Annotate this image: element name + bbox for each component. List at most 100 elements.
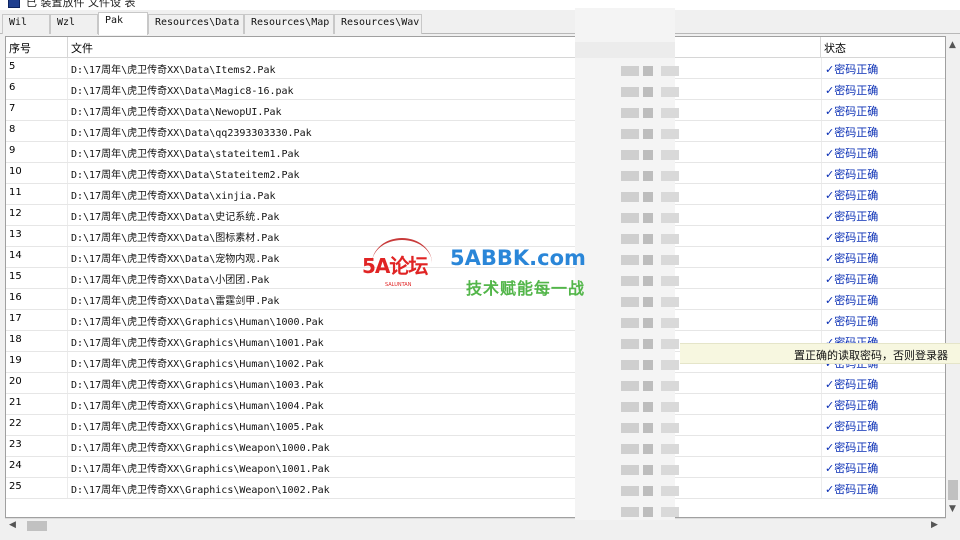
row-index: 18 [6, 331, 68, 351]
row-file-path: D:\17周年\虎卫传奇XX\Data\雷霆剑甲.Pak [71, 296, 280, 307]
redacted-block [661, 192, 679, 202]
table-row[interactable]: 25 D:\17周年\虎卫传奇XX\Graphics\Weapon\1002.Pa… [6, 478, 945, 499]
redacted-block [621, 465, 639, 475]
row-index: 14 [6, 247, 68, 267]
redacted-block [621, 486, 639, 496]
redacted-block [661, 402, 679, 412]
tab-wzl[interactable]: Wzl [50, 14, 98, 34]
table-row[interactable]: 13 D:\17周年\虎卫传奇XX\Data\图标素材.Pak ✓密码正确 [6, 226, 945, 247]
redacted-block [643, 192, 653, 202]
redacted-block [621, 108, 639, 118]
table-row[interactable]: 7 D:\17周年\虎卫传奇XX\Data\NewopUI.Pak ✓密码正确 [6, 100, 945, 121]
tab-resources-data[interactable]: Resources\Data [148, 14, 244, 34]
table-row[interactable]: 21 D:\17周年\虎卫传奇XX\Graphics\Human\1004.Pak… [6, 394, 945, 415]
row-status: ✓密码正确 [821, 310, 945, 330]
redacted-block [661, 87, 679, 97]
vertical-scrollbar[interactable]: ▲ ▼ [946, 36, 960, 518]
table-row[interactable]: 14 D:\17周年\虎卫传奇XX\Data\宠物内观.Pak ✓密码正确 [6, 247, 945, 268]
table-row[interactable]: 20 D:\17周年\虎卫传奇XX\Graphics\Human\1003.Pak… [6, 373, 945, 394]
table-row[interactable]: 23 D:\17周年\虎卫传奇XX\Graphics\Weapon\1000.Pa… [6, 436, 945, 457]
redacted-block [661, 318, 679, 328]
row-file-path: D:\17周年\虎卫传奇XX\Data\qq2393303330.Pak [71, 128, 312, 139]
redacted-block [621, 507, 639, 517]
row-index: 11 [6, 184, 68, 204]
row-status: ✓密码正确 [821, 184, 945, 204]
redacted-block [621, 255, 639, 265]
redacted-block [661, 423, 679, 433]
redacted-block [661, 171, 679, 181]
redacted-column [575, 8, 679, 520]
tab-resources-map[interactable]: Resources\Map [244, 14, 334, 34]
redacted-block [643, 381, 653, 391]
redacted-block [621, 360, 639, 370]
row-index: 5 [6, 58, 68, 78]
tab-pak[interactable]: Pak [98, 12, 148, 35]
table-row[interactable]: 16 D:\17周年\虎卫传奇XX\Data\雷霆剑甲.Pak ✓密码正确 [6, 289, 945, 310]
table-row[interactable]: 9 D:\17周年\虎卫传奇XX\Data\stateitem1.Pak ✓密码正确 [6, 142, 945, 163]
row-status: ✓密码正确 [821, 478, 945, 498]
row-file-path: D:\17周年\虎卫传奇XX\Graphics\Human\1005.Pak [71, 422, 324, 433]
redacted-block [621, 402, 639, 412]
redacted-block [661, 444, 679, 454]
redacted-block [643, 507, 653, 517]
row-file-path: D:\17周年\虎卫传奇XX\Data\Items2.Pak [71, 65, 276, 76]
table-row[interactable]: 8 D:\17周年\虎卫传奇XX\Data\qq2393303330.Pak ✓密码… [6, 121, 945, 142]
redacted-block [661, 381, 679, 391]
row-status: ✓密码正确 [821, 100, 945, 120]
row-file-path: D:\17周年\虎卫传奇XX\Data\图标素材.Pak [71, 233, 280, 244]
vertical-scroll-thumb[interactable] [948, 480, 958, 500]
horizontal-scroll-thumb[interactable] [27, 521, 47, 531]
row-index: 6 [6, 79, 68, 99]
redacted-block [661, 150, 679, 160]
row-index: 20 [6, 373, 68, 393]
row-status: ✓密码正确 [821, 247, 945, 267]
horizontal-scrollbar[interactable]: ◀ ▶ [5, 518, 946, 532]
redacted-block [661, 486, 679, 496]
row-file-path: D:\17周年\虎卫传奇XX\Data\Stateitem2.Pak [71, 170, 300, 181]
row-index: 10 [6, 163, 68, 183]
row-index: 24 [6, 457, 68, 477]
scroll-right-icon[interactable]: ▶ [931, 520, 938, 530]
table-row[interactable]: 22 D:\17周年\虎卫传奇XX\Graphics\Human\1005.Pak… [6, 415, 945, 436]
tab-strip: Wil Wzl Pak Resources\Data Resources\Map… [0, 12, 960, 35]
redacted-block [643, 423, 653, 433]
table-row[interactable]: 17 D:\17周年\虎卫传奇XX\Graphics\Human\1000.Pak… [6, 310, 945, 331]
redacted-block [621, 381, 639, 391]
redacted-block [643, 108, 653, 118]
table-row[interactable]: 10 D:\17周年\虎卫传奇XX\Data\Stateitem2.Pak ✓密码正… [6, 163, 945, 184]
redacted-block [661, 234, 679, 244]
table-row[interactable]: 6 D:\17周年\虎卫传奇XX\Data\Magic8-16.pak ✓密码正确 [6, 79, 945, 100]
redacted-block [643, 213, 653, 223]
row-index: 25 [6, 478, 68, 498]
row-index: 8 [6, 121, 68, 141]
row-file-path: D:\17周年\虎卫传奇XX\Graphics\Weapon\1001.Pak [71, 464, 330, 475]
row-index: 23 [6, 436, 68, 456]
row-index: 21 [6, 394, 68, 414]
column-header-file[interactable]: 文件 [68, 37, 821, 58]
table-row[interactable]: 24 D:\17周年\虎卫传奇XX\Graphics\Weapon\1001.Pa… [6, 457, 945, 478]
row-index: 15 [6, 268, 68, 288]
row-index: 9 [6, 142, 68, 162]
table-row[interactable]: 5 D:\17周年\虎卫传奇XX\Data\Items2.Pak ✓密码正确 [6, 58, 945, 79]
redacted-block [621, 150, 639, 160]
redacted-block [621, 423, 639, 433]
tab-resources-wav[interactable]: Resources\Wav [334, 14, 422, 34]
column-header-status[interactable]: 状态 [821, 37, 945, 58]
redacted-block [621, 171, 639, 181]
redacted-block [621, 66, 639, 76]
table-row[interactable]: 12 D:\17周年\虎卫传奇XX\Data\史记系统.Pak ✓密码正确 [6, 205, 945, 226]
row-status: ✓密码正确 [821, 289, 945, 309]
row-status: ✓密码正确 [821, 79, 945, 99]
redacted-block [621, 87, 639, 97]
scroll-left-icon[interactable]: ◀ [9, 520, 16, 530]
scroll-down-icon[interactable]: ▼ [949, 504, 956, 514]
scroll-up-icon[interactable]: ▲ [949, 40, 956, 50]
tab-wil[interactable]: Wil [2, 14, 50, 34]
table-row[interactable]: 15 D:\17周年\虎卫传奇XX\Data\小团团.Pak ✓密码正确 [6, 268, 945, 289]
row-file-path: D:\17周年\虎卫传奇XX\Data\小团团.Pak [71, 275, 270, 286]
column-header-index[interactable]: 序号 [6, 37, 68, 58]
redacted-header-strip [575, 42, 675, 58]
row-status: ✓密码正确 [821, 58, 945, 78]
table-row[interactable]: 11 D:\17周年\虎卫传奇XX\Data\xinjia.Pak ✓密码正确 [6, 184, 945, 205]
redacted-block [661, 276, 679, 286]
